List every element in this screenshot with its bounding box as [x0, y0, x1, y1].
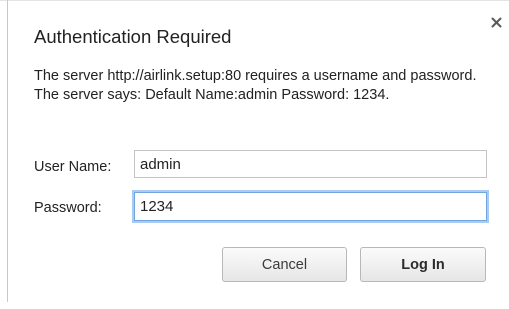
page: Authentication Required The server http:…	[0, 0, 509, 309]
authentication-dialog: Authentication Required The server http:…	[8, 1, 509, 309]
password-input[interactable]	[134, 192, 487, 221]
dialog-message: The server http://airlink.setup:80 requi…	[34, 68, 477, 103]
password-label: Password:	[34, 200, 102, 216]
cancel-button[interactable]: Cancel	[222, 247, 347, 282]
username-input[interactable]	[134, 150, 487, 178]
close-button[interactable]	[486, 12, 506, 32]
username-label: User Name:	[34, 159, 112, 175]
log-in-button[interactable]: Log In	[360, 247, 486, 282]
close-x-icon	[491, 17, 502, 28]
dialog-title: Authentication Required	[34, 26, 232, 47]
